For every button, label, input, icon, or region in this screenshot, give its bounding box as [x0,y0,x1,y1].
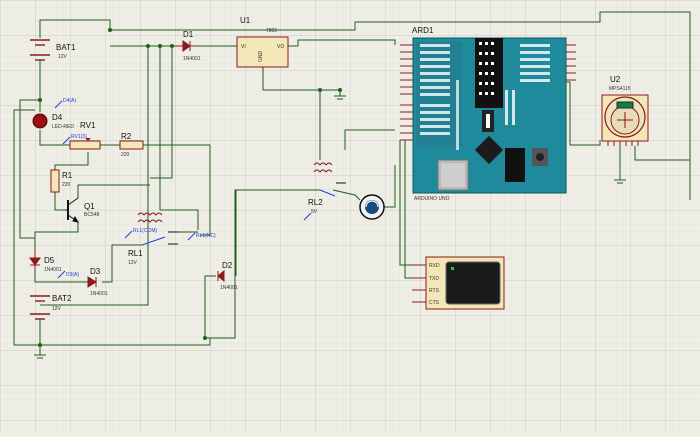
pressure-sensor-u2[interactable] [601,94,649,146]
d1-label: D1 [183,30,194,39]
q1-label: Q1 [84,202,95,211]
d3-part: 1N4001 [90,291,108,297]
bat2-label: BAT2 [52,294,72,303]
d3-label: D3 [90,267,101,276]
u2-label: U2 [610,75,621,84]
grid-background [0,0,700,432]
bat1-label: BAT1 [56,43,76,52]
led-d4[interactable] [32,113,48,129]
probe-rl1-nc: RL1(NC) [196,233,216,239]
rv1-label: RV1 [80,121,96,130]
u1-pin-gnd: GND [258,51,264,63]
d1-part: 1N4001 [183,56,201,62]
d4-part: LED-RED [52,124,74,130]
q1-part: BC548 [84,212,100,218]
terminal-pin-rts: RTS [429,288,440,294]
arduino-sublabel: ARDUINO UNO [414,196,450,202]
r1-value: 220 [62,182,71,188]
motor[interactable] [359,194,385,220]
bat1-value: 12V [58,54,68,60]
arduino-uno[interactable] [400,37,576,194]
r1-label: R1 [62,171,73,180]
virtual-terminal[interactable] [412,256,505,310]
bat2-value: 12V [52,306,62,312]
probe-d3: D3(A) [66,272,79,278]
u1-label: U1 [240,16,251,25]
d4-label: D4 [52,113,63,122]
schematic-canvas[interactable]: BAT1 12V BAT2 12V U1 7805 VI VO GND D1 1… [0,0,700,432]
u1-part: 7805 [266,28,277,34]
d5-label: D5 [44,256,55,265]
u1-pin-vo: VO [277,44,284,50]
u2-part: MPS4115 [609,86,631,92]
arduino-label: ARD1 [412,26,434,35]
d5-part: 1N4001 [44,267,62,273]
d2-part: 1N4001 [220,285,238,291]
probe-rv1: RV1(3) [71,134,87,140]
u1-pin-vi: VI [241,44,246,50]
rl2-value: 5V [311,209,318,215]
resistor-r1[interactable] [50,169,60,193]
terminal-pin-cts: CTS [429,300,440,306]
terminal-pin-rxd: RXD [429,263,440,269]
rl2-label: RL2 [308,198,323,207]
probe-rl1-com: RL1(COM) [133,228,158,234]
terminal-pin-txd: TXD [429,276,439,282]
resistor-r2[interactable] [119,140,144,150]
probe-d4: D4(A) [63,98,76,104]
d2-label: D2 [222,261,233,270]
r2-value: 220 [121,152,130,158]
r2-label: R2 [121,132,132,141]
rl1-value: 12V [128,260,138,266]
schematic-drawing: BAT1 12V BAT2 12V U1 7805 VI VO GND D1 1… [0,0,700,432]
rl1-label: RL1 [128,249,143,258]
